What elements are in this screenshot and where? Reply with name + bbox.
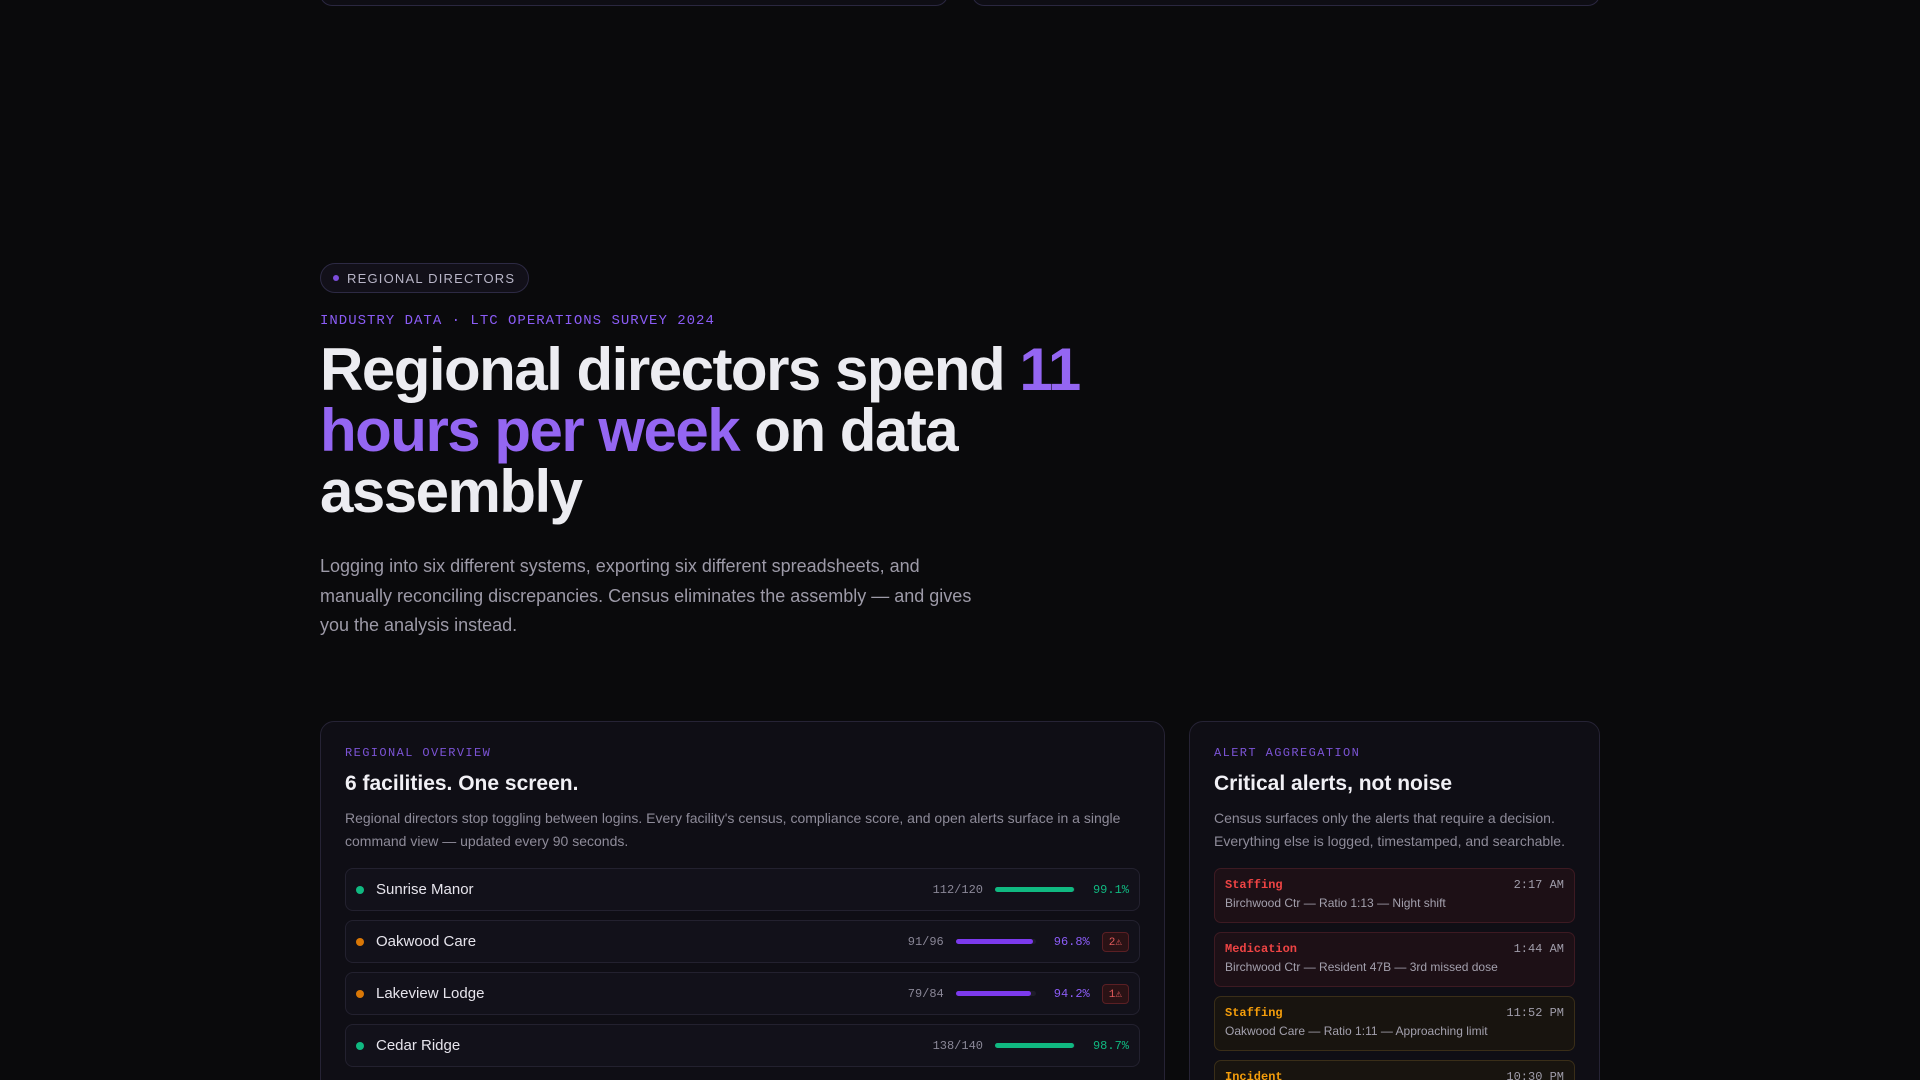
previous-section-card-left (320, 0, 948, 6)
compliance-bar-fill (995, 1043, 1074, 1048)
compliance-bar-fill (955, 991, 1032, 996)
alert-detail: Birchwood Ctr — Resident 47B — 3rd misse… (1225, 960, 1498, 974)
hero-eyebrow: INDUSTRY DATA · LTC OPERATIONS SURVEY 20… (320, 313, 715, 329)
alert-type: Staffing (1225, 1006, 1283, 1020)
alert-time: 11:52 PM (1506, 1006, 1564, 1020)
compliance-score: 94.2% (1053, 986, 1090, 1001)
pill-label: REGIONAL DIRECTORS (347, 270, 516, 286)
alert-time: 1:44 AM (1513, 942, 1564, 956)
alert-type: Incident (1225, 1070, 1283, 1080)
status-dot-icon (356, 885, 364, 894)
facility-row[interactable]: Lakeview Lodge 79/84 94.2% 1⚠ (345, 972, 1140, 1015)
alerts-description: Census surfaces only the alerts that req… (1214, 810, 1565, 849)
alert-card[interactable]: Staffing 2:17 AM Birchwood Ctr — Ratio 1:1… (1214, 868, 1575, 923)
overview-title: 6 facilities. One screen. (345, 772, 579, 795)
alert-card[interactable]: Staffing 11:52 PM Oakwood Care — Ratio 1:1… (1214, 996, 1575, 1051)
status-dot-icon (356, 1041, 364, 1050)
facility-name: Cedar Ridge (376, 1037, 461, 1054)
compliance-score: 98.7% (1092, 1038, 1129, 1053)
hero-section: REGIONAL DIRECTORS INDUSTRY DATA · LTC O… (320, 263, 1120, 641)
facility-name: Lakeview Lodge (376, 985, 485, 1002)
alert-card[interactable]: Incident 10:30 PM (1214, 1060, 1575, 1080)
alerts-kicker: ALERT AGGREGATION (1214, 746, 1361, 760)
alert-header: Staffing 2:17 AM (1225, 878, 1564, 892)
facility-row[interactable]: Cedar Ridge 138/140 98.7% (345, 1024, 1140, 1067)
facility-census: 91/96 (907, 934, 944, 949)
pill-dot-icon (333, 275, 339, 281)
alert-header: Incident 10:30 PM (1225, 1070, 1564, 1080)
alert-header: Medication 1:44 AM (1225, 942, 1564, 956)
audience-pill: REGIONAL DIRECTORS (320, 263, 530, 293)
compliance-score: 96.8% (1053, 934, 1090, 949)
hero-lede: Logging into six different systems, expo… (320, 556, 972, 635)
compliance-bar (955, 939, 1036, 944)
alert-list: Staffing 2:17 AM Birchwood Ctr — Ratio 1:1… (1214, 868, 1575, 1080)
alert-time: 2:17 AM (1513, 878, 1564, 892)
alert-detail: Oakwood Care — Ratio 1:11 — Approaching … (1225, 1024, 1488, 1038)
compliance-bar (995, 1043, 1075, 1048)
facility-census: 138/140 (932, 1038, 983, 1053)
compliance-score: 99.1% (1092, 882, 1129, 897)
facility-census: 112/120 (932, 882, 983, 897)
facility-census: 79/84 (907, 986, 944, 1001)
alert-type: Medication (1225, 942, 1298, 956)
alert-header: Staffing 11:52 PM (1225, 1006, 1564, 1020)
alert-detail: Birchwood Ctr — Ratio 1:13 — Night shift (1225, 896, 1446, 910)
facility-row[interactable]: Sunrise Manor 112/120 99.1% (345, 868, 1140, 911)
compliance-bar-fill (995, 887, 1075, 892)
open-alerts-badge[interactable]: 2⚠ (1101, 931, 1129, 952)
alerts-title: Critical alerts, not noise (1214, 772, 1453, 795)
status-dot-icon (356, 989, 364, 998)
alert-type: Staffing (1225, 878, 1283, 892)
alert-aggregation-panel: ALERT AGGREGATION Critical alerts, not n… (1189, 721, 1600, 1080)
open-alerts-badge[interactable]: 1⚠ (1101, 983, 1129, 1004)
alert-time: 10:30 PM (1506, 1070, 1564, 1080)
facility-name: Sunrise Manor (376, 881, 474, 898)
regional-overview-panel: REGIONAL OVERVIEW 6 facilities. One scre… (320, 721, 1165, 1080)
compliance-bar-fill (955, 939, 1034, 944)
overview-description: Regional directors stop toggling between… (345, 810, 1121, 849)
hero-headline: Regional directors spend 11 hours per we… (320, 339, 1110, 522)
headline-pre: Regional directors spend (320, 336, 1020, 403)
facility-list: Sunrise Manor 112/120 99.1% Oakwood Care 91/… (345, 868, 1140, 1067)
facility-row[interactable]: Oakwood Care 91/96 96.8% 2⚠ (345, 920, 1140, 963)
facility-name: Oakwood Care (376, 933, 477, 950)
status-dot-icon (356, 937, 364, 946)
previous-section-card-right (972, 0, 1600, 6)
alert-card[interactable]: Medication 1:44 AM Birchwood Ctr — Residen… (1214, 932, 1575, 987)
compliance-bar (955, 991, 1036, 996)
overview-kicker: REGIONAL OVERVIEW (345, 746, 492, 760)
compliance-bar (995, 887, 1075, 892)
